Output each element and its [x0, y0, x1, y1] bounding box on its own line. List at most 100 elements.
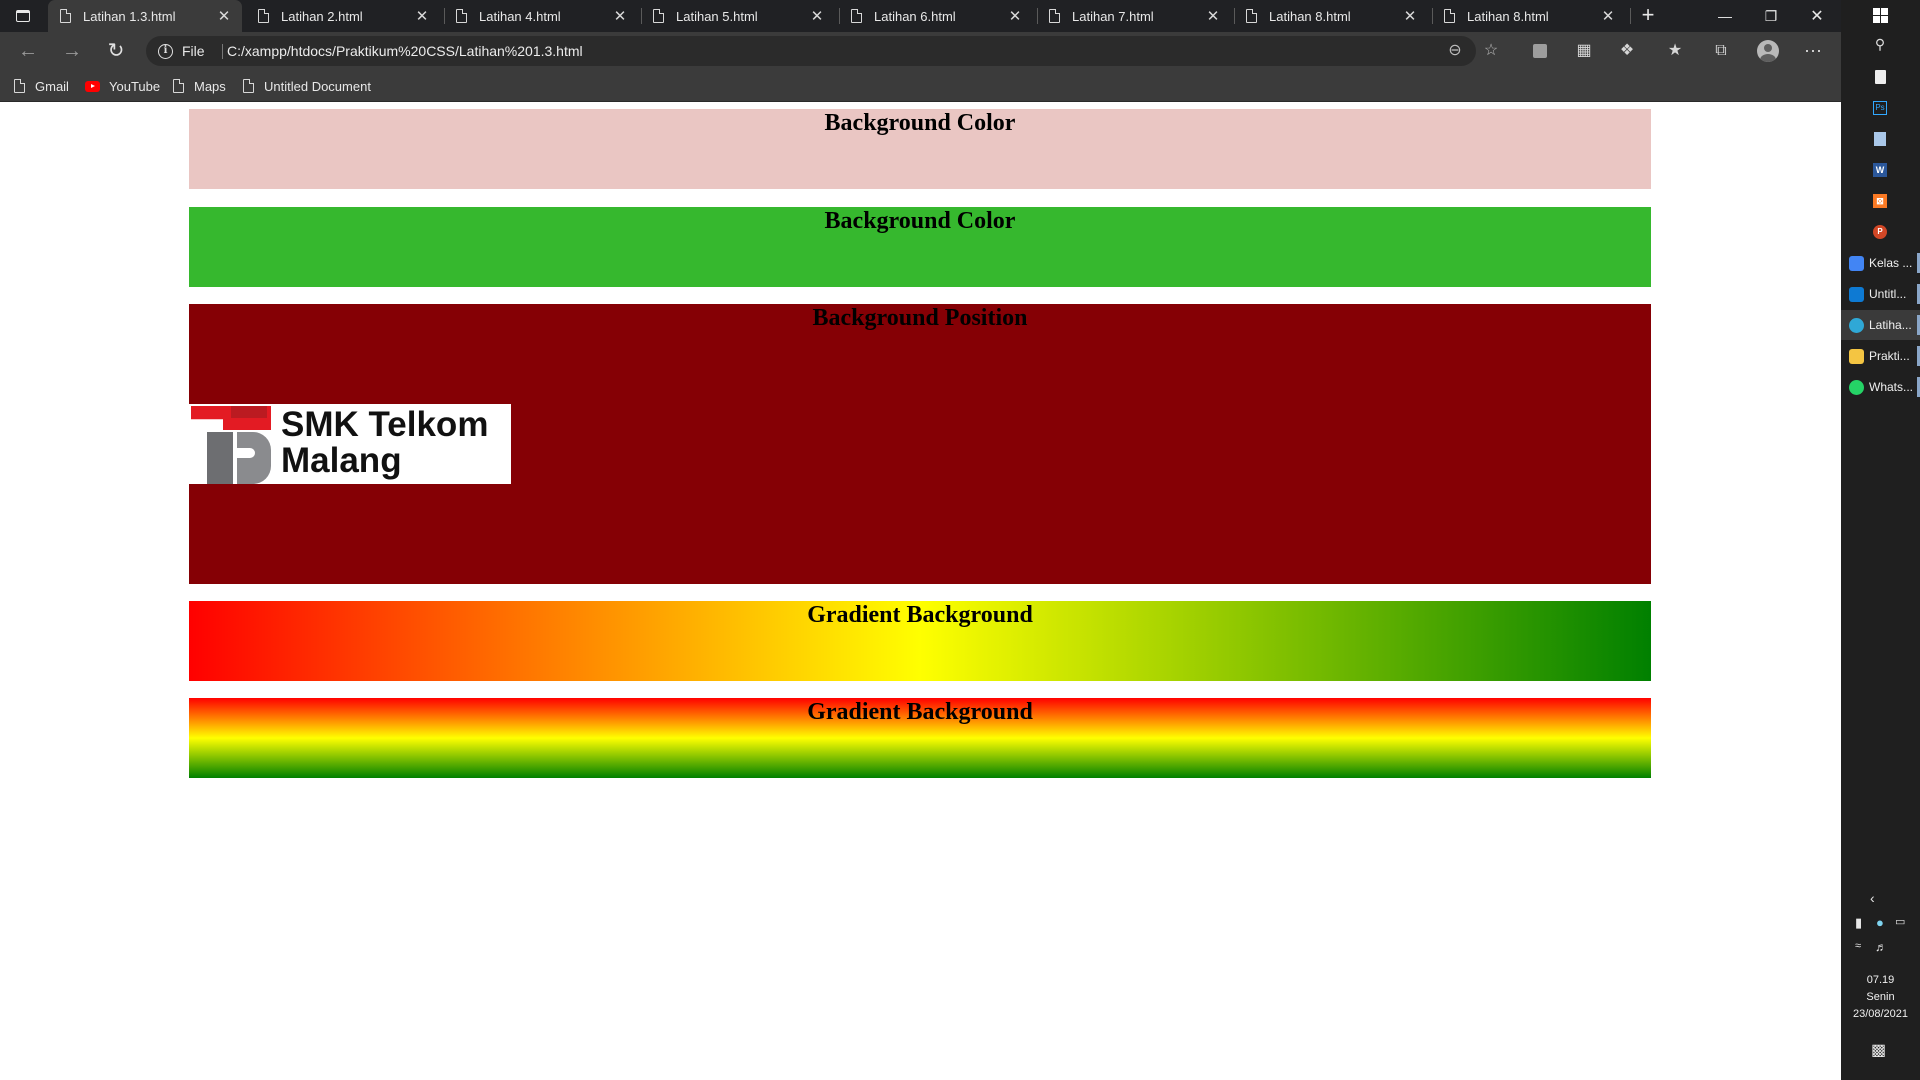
tab-latihan-6[interactable]: Latihan 6.html ✕: [839, 0, 1033, 32]
page-icon: [1049, 8, 1061, 23]
box-heading: Background Position: [812, 305, 1028, 331]
notepad-icon[interactable]: [1869, 128, 1891, 150]
tab-title: Latihan 7.html: [1072, 8, 1154, 24]
tab-latihan-2[interactable]: Latihan 2.html ✕: [246, 0, 440, 32]
tab-title: Latihan 5.html: [676, 8, 758, 24]
url-text[interactable]: C:/xampp/htdocs/Praktikum%20CSS/Latihan%…: [227, 43, 583, 59]
edge-icon: [1849, 317, 1864, 333]
tab-title: Latihan 2.html: [281, 8, 363, 24]
tab-strip: Latihan 1.3.html ✕ Latihan 2.html ✕ Lati…: [0, 0, 1841, 32]
xampp-icon[interactable]: ⊠: [1869, 190, 1891, 212]
bookmark-youtube[interactable]: YouTube: [85, 70, 160, 102]
clock[interactable]: 07.19 Senin 23/08/2021: [1841, 972, 1920, 1023]
page-icon: [243, 78, 255, 93]
close-icon[interactable]: ✕: [1203, 7, 1223, 25]
taskbar-app-explorer[interactable]: Prakti...: [1841, 341, 1920, 371]
clock-time: 07.19: [1866, 974, 1895, 986]
tab-latihan-7[interactable]: Latihan 7.html ✕: [1037, 0, 1231, 32]
youtube-icon: [85, 80, 100, 92]
page-icon: [173, 78, 185, 93]
minimize-button[interactable]: —: [1702, 0, 1748, 32]
bookmark-label: YouTube: [109, 78, 161, 94]
box-heading: Gradient Background: [807, 602, 1033, 628]
page-icon: [258, 8, 270, 23]
file-icon[interactable]: [1869, 66, 1891, 88]
chevron-left-icon[interactable]: ‹: [1870, 890, 1875, 906]
add-favorite-icon[interactable]: ☆: [1480, 40, 1502, 62]
tab-latihan-8b[interactable]: Latihan 8.html ✕: [1432, 0, 1626, 32]
bookmark-untitled-document[interactable]: Untitled Document: [243, 70, 371, 102]
box-heading: Background Color: [824, 110, 1016, 136]
close-icon[interactable]: ✕: [214, 7, 234, 25]
close-icon[interactable]: ✕: [1598, 7, 1618, 25]
bookmarks-bar: Gmail YouTube Maps Untitled Document: [0, 70, 1841, 102]
page-icon: [1444, 8, 1456, 23]
notifications-icon[interactable]: ▩: [1871, 1040, 1886, 1060]
window-close-button[interactable]: ✕: [1794, 0, 1840, 32]
wifi-icon[interactable]: ≈: [1855, 940, 1861, 952]
taskbar-app-vscode[interactable]: Untitl...: [1841, 279, 1920, 309]
app-tray-icon[interactable]: ●: [1876, 915, 1884, 930]
powerpoint-icon[interactable]: P: [1869, 221, 1891, 243]
tab-latihan-4[interactable]: Latihan 4.html ✕: [444, 0, 638, 32]
chrome-icon: [1849, 255, 1864, 271]
clock-date: 23/08/2021: [1852, 1008, 1909, 1020]
extension-2-icon[interactable]: ▦: [1571, 38, 1597, 64]
logo-text-line2: Malang: [281, 441, 402, 480]
back-button[interactable]: ←: [14, 37, 42, 65]
page-icon: [60, 8, 72, 23]
scheme-label: File: [182, 43, 205, 59]
tab-latihan-1-3[interactable]: Latihan 1.3.html ✕: [48, 0, 242, 32]
photoshop-icon[interactable]: Ps: [1869, 97, 1891, 119]
taskbar-app-whatsapp[interactable]: Whats...: [1841, 372, 1920, 402]
close-icon[interactable]: ✕: [807, 7, 827, 25]
extensions-puzzle-icon[interactable]: ❖: [1614, 38, 1640, 64]
page-icon: [456, 8, 468, 23]
more-menu-icon[interactable]: ⋯: [1800, 38, 1826, 64]
battery-icon[interactable]: ▭: [1895, 915, 1905, 928]
page-icon: [14, 78, 26, 93]
word-icon[interactable]: W: [1869, 159, 1891, 181]
profile-avatar[interactable]: [1757, 40, 1779, 62]
volume-icon[interactable]: ♬: [1875, 940, 1887, 954]
collections-icon[interactable]: ⧉: [1708, 38, 1734, 64]
tab-latihan-8[interactable]: Latihan 8.html ✕: [1234, 0, 1428, 32]
tab-title: Latihan 8.html: [1269, 8, 1351, 24]
refresh-button[interactable]: ↻: [102, 37, 130, 65]
whatsapp-icon: [1849, 379, 1864, 395]
close-icon[interactable]: ✕: [1005, 7, 1025, 25]
taskbar-app-kelas[interactable]: Kelas ...: [1841, 248, 1920, 278]
extension-icon[interactable]: [1527, 38, 1553, 64]
restore-button[interactable]: ❐: [1748, 0, 1794, 32]
page-icon: [653, 8, 665, 23]
close-icon[interactable]: ✕: [412, 7, 432, 25]
folder-icon: [1849, 348, 1864, 364]
browser-window: Latihan 1.3.html ✕ Latihan 2.html ✕ Lati…: [0, 0, 1841, 1080]
logo-text-line1: SMK Telkom: [281, 405, 489, 444]
search-icon[interactable]: ⚲: [1869, 33, 1891, 55]
toolbar: ← → ↻ i File C:/xampp/htdocs/Praktikum%2…: [0, 32, 1841, 70]
close-icon[interactable]: ✕: [1400, 7, 1420, 25]
smk-telkom-logo: SMK Telkom Malang: [189, 404, 511, 484]
box-heading: Gradient Background: [807, 699, 1033, 725]
microphone-icon[interactable]: ▮: [1855, 915, 1862, 931]
info-icon[interactable]: i: [158, 44, 173, 59]
bookmark-label: Untitled Document: [264, 78, 371, 94]
tab-title: Latihan 6.html: [874, 8, 956, 24]
box-heading: Background Color: [824, 208, 1016, 234]
tab-actions-menu-icon[interactable]: [12, 7, 34, 25]
new-tab-button[interactable]: +: [1636, 4, 1660, 28]
favorites-icon[interactable]: ★: [1662, 38, 1688, 64]
address-bar[interactable]: i File C:/xampp/htdocs/Praktikum%20CSS/L…: [146, 36, 1498, 66]
tab-latihan-5[interactable]: Latihan 5.html ✕: [641, 0, 835, 32]
close-icon[interactable]: ✕: [610, 7, 630, 25]
page-icon: [1246, 8, 1258, 23]
taskbar-app-edge[interactable]: Latiha...: [1841, 310, 1920, 340]
bookmark-gmail[interactable]: Gmail: [14, 70, 69, 102]
gradient-vertical-box: Gradient Background: [189, 698, 1651, 778]
windows-start-icon[interactable]: [1869, 4, 1891, 26]
zoom-out-icon[interactable]: ⊖: [1444, 40, 1466, 62]
tab-title: Latihan 4.html: [479, 8, 561, 24]
bookmark-maps[interactable]: Maps: [173, 70, 226, 102]
forward-button[interactable]: →: [58, 37, 86, 65]
